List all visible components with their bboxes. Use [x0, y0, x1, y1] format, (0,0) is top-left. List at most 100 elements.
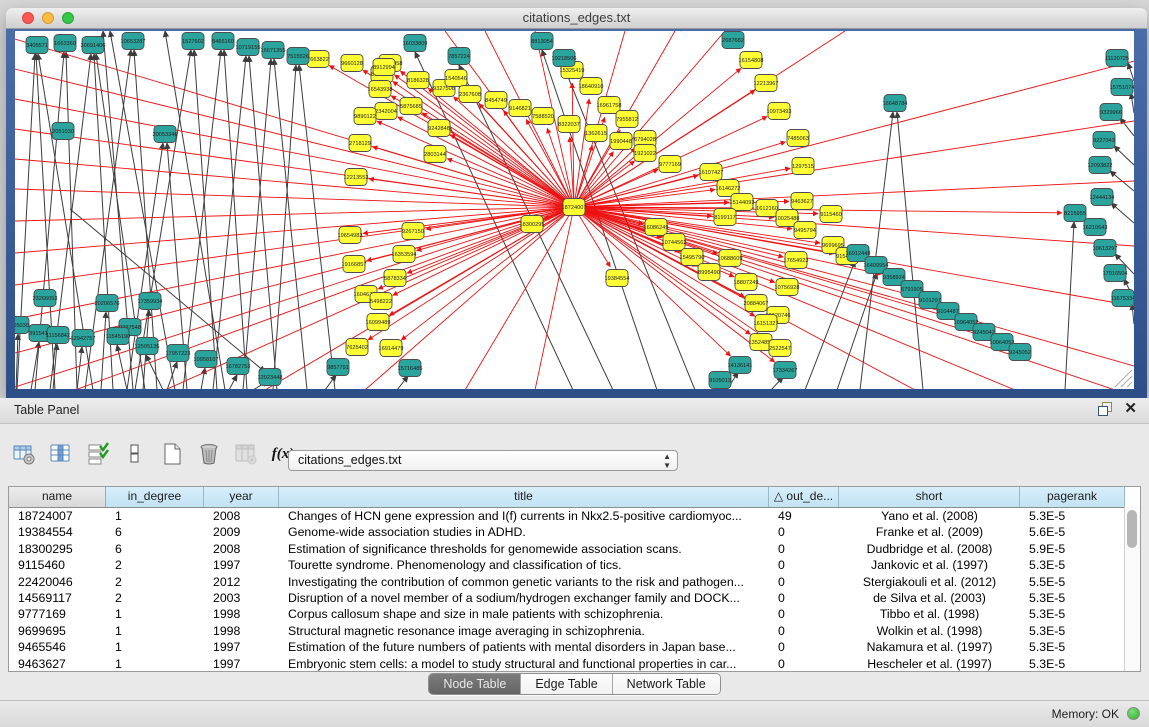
graph-node[interactable]: 10613297: [1093, 240, 1118, 257]
graph-node[interactable]: 8454749: [485, 92, 507, 109]
graph-node[interactable]: 16086249: [644, 219, 669, 236]
graph-node[interactable]: 12093822: [1088, 157, 1113, 174]
graph-node[interactable]: 16151327: [754, 315, 779, 332]
graph-node[interactable]: 9329966: [1100, 104, 1122, 121]
graph-node[interactable]: 2051030: [52, 123, 74, 140]
select-columns-icon[interactable]: [84, 440, 112, 468]
graph-node[interactable]: 1663360: [54, 35, 76, 52]
graph-node[interactable]: 7663822: [307, 51, 329, 68]
table-row[interactable]: 1456911722003Disruption of a novel membe…: [9, 590, 1140, 606]
tab-node-table[interactable]: Node Table: [429, 674, 521, 694]
graph-node[interactable]: 18724007: [562, 199, 587, 216]
graph-node[interactable]: 8215955: [1064, 205, 1086, 222]
graph-node[interactable]: 15495790: [680, 249, 705, 266]
graph-node[interactable]: 11675334: [1111, 290, 1134, 307]
graph-node[interactable]: 14136141: [728, 357, 753, 374]
graph-node[interactable]: 5878334: [384, 270, 406, 287]
table-settings-icon[interactable]: [10, 440, 38, 468]
graph-node[interactable]: 5498222: [370, 293, 392, 310]
graph-node[interactable]: 9463627: [791, 193, 813, 210]
window-titlebar[interactable]: citations_edges.txt: [6, 8, 1147, 29]
graph-node[interactable]: 2342004: [375, 103, 397, 120]
graph-node[interactable]: 9495794: [794, 222, 816, 239]
table-row[interactable]: 946554611997Estimation of the future num…: [9, 639, 1140, 655]
row-options-icon[interactable]: [121, 440, 149, 468]
graph-node[interactable]: 9105030: [15, 317, 29, 334]
column-header-out-de-[interactable]: △ out_de...: [769, 487, 839, 507]
graph-node[interactable]: 2522547: [769, 340, 791, 357]
graph-node[interactable]: 16210643: [1083, 219, 1108, 236]
graph-node[interactable]: 30691406: [81, 37, 106, 54]
graph-node[interactable]: 16671355: [261, 42, 286, 59]
graph-node[interactable]: 7588520: [532, 108, 554, 125]
graph-node[interactable]: 18807249: [734, 274, 759, 291]
graph-node[interactable]: 17359934: [138, 293, 163, 310]
graph-node[interactable]: 16154808: [739, 52, 764, 69]
graph-node[interactable]: 12444134: [1090, 189, 1115, 206]
graph-node[interactable]: 8186328: [407, 72, 429, 89]
graph-node[interactable]: 2687682: [722, 32, 744, 49]
graph-node[interactable]: 9857791: [327, 359, 349, 376]
graph-node[interactable]: 2367608: [459, 86, 481, 103]
tab-edge-table[interactable]: Edge Table: [521, 674, 612, 694]
graph-node[interactable]: 11545190: [106, 328, 130, 345]
graph-node[interactable]: 18300295: [520, 216, 545, 233]
graph-node[interactable]: 5875685: [400, 98, 422, 115]
graph-node[interactable]: 3405571: [26, 37, 48, 54]
graph-node[interactable]: 19166857: [342, 256, 367, 273]
close-panel-icon[interactable]: ✕: [1124, 402, 1137, 416]
graph-node[interactable]: 19218506: [552, 50, 577, 67]
float-panel-icon[interactable]: [1098, 402, 1112, 416]
graph-node[interactable]: 16353594: [392, 246, 417, 263]
graph-node[interactable]: 1297515: [792, 158, 814, 175]
column-header-short[interactable]: short: [839, 487, 1020, 507]
column-header-name[interactable]: name: [9, 487, 106, 507]
graph-node[interactable]: 9267150: [402, 223, 424, 240]
graph-node[interactable]: 19654983: [338, 227, 363, 244]
graph-node[interactable]: 12213967: [754, 75, 779, 92]
graph-node[interactable]: 10744562: [662, 234, 687, 251]
table-row[interactable]: 1872400712008Changes of HCN gene express…: [9, 508, 1140, 524]
scrollbar-thumb[interactable]: [1127, 510, 1137, 548]
graph-node[interactable]: 8199117: [714, 209, 736, 226]
graph-node[interactable]: 17334267: [773, 362, 798, 379]
graph-node[interactable]: 8995490: [698, 264, 720, 281]
graph-node[interactable]: 15716485: [398, 360, 423, 377]
table-row[interactable]: 946362711997Embryonic stem cells: a mode…: [9, 656, 1140, 672]
graph-node[interactable]: 16543938: [368, 81, 393, 98]
graph-node[interactable]: 23266053: [33, 290, 58, 307]
graph-node[interactable]: 9777169: [659, 156, 681, 173]
graph-node[interactable]: 20206576: [95, 295, 120, 312]
graph-node[interactable]: 15144093: [730, 194, 755, 211]
graph-node[interactable]: 10653287: [121, 33, 146, 50]
graph-node[interactable]: 16099489: [366, 314, 391, 331]
column-header-title[interactable]: title: [279, 487, 769, 507]
table-row[interactable]: 969969511998Structural magnetic resonanc…: [9, 623, 1140, 639]
graph-node[interactable]: 16648784: [883, 95, 908, 112]
graph-node[interactable]: 9105013: [709, 372, 731, 389]
table-row[interactable]: 1830029562008Estimation of significance …: [9, 541, 1140, 557]
graph-node[interactable]: 10756928: [775, 279, 800, 296]
graph-node[interactable]: 17654923: [784, 252, 809, 269]
graph-node[interactable]: 12505135: [135, 338, 160, 355]
graph-node[interactable]: 7515526: [287, 48, 309, 65]
graph-node[interactable]: 9242848: [428, 120, 450, 137]
new-table-icon[interactable]: [158, 440, 186, 468]
graph-node[interactable]: 12213553: [344, 169, 369, 186]
graph-node[interactable]: 7625402: [346, 339, 368, 356]
graph-node[interactable]: 1921022: [634, 145, 656, 162]
graph-node[interactable]: 9660128: [341, 55, 363, 72]
graph-node[interactable]: 7485063: [787, 130, 809, 147]
graph-node[interactable]: 1990448: [610, 133, 632, 150]
graph-node[interactable]: 8813054: [531, 33, 553, 50]
delete-table-icon[interactable]: [232, 440, 260, 468]
graph-node[interactable]: 18640910: [579, 78, 604, 95]
graph-node[interactable]: 9890122: [354, 108, 376, 125]
column-header-in-degree[interactable]: in_degree: [106, 487, 204, 507]
graph-node[interactable]: 7955812: [616, 111, 638, 128]
graph-node[interactable]: 9227343: [1093, 132, 1115, 149]
graph-node[interactable]: 10958107: [194, 351, 219, 368]
graph-node[interactable]: 7857224: [448, 48, 470, 65]
resize-grip-icon[interactable]: [1127, 382, 1132, 387]
graph-node[interactable]: 17016504: [1103, 265, 1128, 282]
